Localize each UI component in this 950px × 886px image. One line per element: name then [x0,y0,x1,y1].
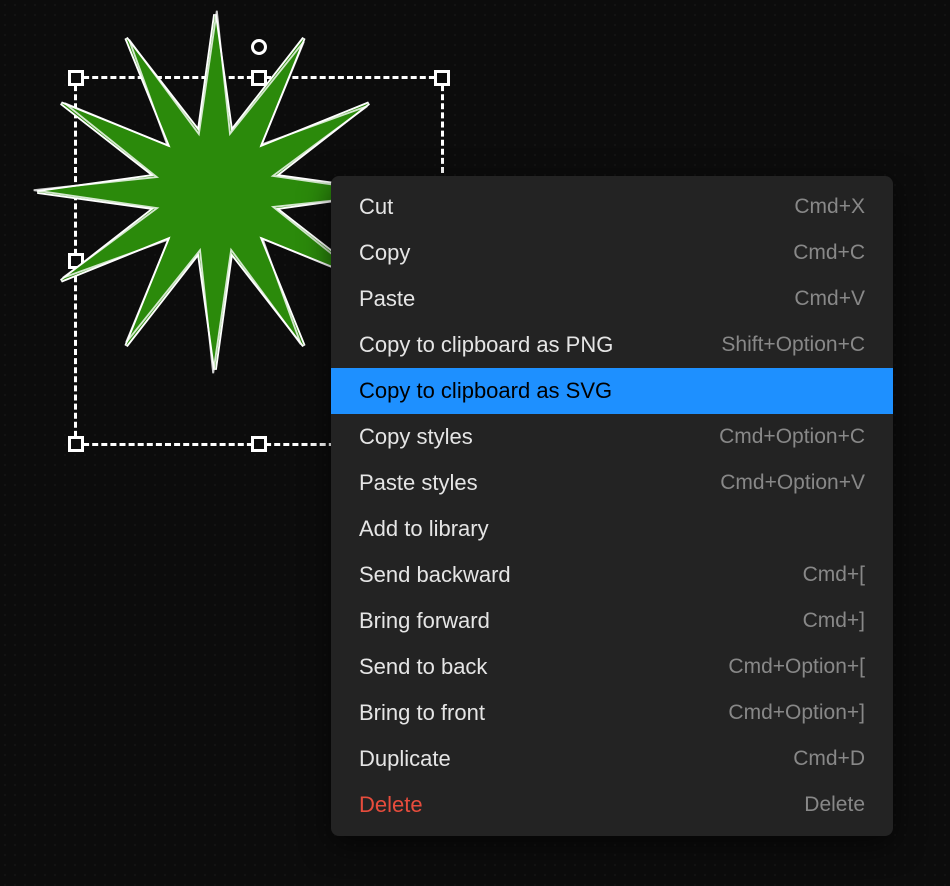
menu-item-add-to-library[interactable]: Add to library [331,506,893,552]
menu-item-copy-svg[interactable]: Copy to clipboard as SVG [331,368,893,414]
resize-handle-top-right[interactable] [434,70,450,86]
menu-item-label: Add to library [359,516,489,542]
menu-item-shortcut: Delete [804,793,865,817]
menu-item-shortcut: Cmd+Option+C [719,425,865,449]
menu-item-label: Bring forward [359,608,490,634]
menu-item-label: Paste styles [359,470,478,496]
context-menu: Cut Cmd+X Copy Cmd+C Paste Cmd+V Copy to… [331,176,893,836]
menu-item-label: Bring to front [359,700,485,726]
menu-item-shortcut: Cmd+V [794,287,865,311]
menu-item-shortcut: Cmd+[ [803,563,865,587]
menu-item-shortcut: Cmd+D [793,747,865,771]
menu-item-copy-png[interactable]: Copy to clipboard as PNG Shift+Option+C [331,322,893,368]
menu-item-bring-to-front[interactable]: Bring to front Cmd+Option+] [331,690,893,736]
menu-item-label: Send backward [359,562,511,588]
menu-item-shortcut: Cmd+Option+] [728,701,865,725]
menu-item-shortcut: Shift+Option+C [721,333,865,357]
resize-handle-bottom-left[interactable] [68,436,84,452]
resize-handle-bottom-middle[interactable] [251,436,267,452]
menu-item-delete[interactable]: Delete Delete [331,782,893,828]
menu-item-send-backward[interactable]: Send backward Cmd+[ [331,552,893,598]
menu-item-duplicate[interactable]: Duplicate Cmd+D [331,736,893,782]
menu-item-copy[interactable]: Copy Cmd+C [331,230,893,276]
menu-item-label: Copy [359,240,410,266]
menu-item-label: Copy styles [359,424,473,450]
menu-item-bring-forward[interactable]: Bring forward Cmd+] [331,598,893,644]
menu-item-label: Cut [359,194,393,220]
menu-item-label: Paste [359,286,415,312]
menu-item-label: Copy to clipboard as PNG [359,332,613,358]
menu-item-label: Delete [359,792,423,818]
menu-item-label: Send to back [359,654,487,680]
menu-item-send-to-back[interactable]: Send to back Cmd+Option+[ [331,644,893,690]
menu-item-cut[interactable]: Cut Cmd+X [331,184,893,230]
menu-item-shortcut: Cmd+X [794,195,865,219]
menu-item-label: Duplicate [359,746,451,772]
menu-item-paste[interactable]: Paste Cmd+V [331,276,893,322]
menu-item-shortcut: Cmd+Option+V [720,471,865,495]
menu-item-shortcut: Cmd+C [793,241,865,265]
menu-item-shortcut: Cmd+] [803,609,865,633]
menu-item-label: Copy to clipboard as SVG [359,378,612,404]
menu-item-copy-styles[interactable]: Copy styles Cmd+Option+C [331,414,893,460]
menu-item-shortcut: Cmd+Option+[ [728,655,865,679]
menu-item-paste-styles[interactable]: Paste styles Cmd+Option+V [331,460,893,506]
